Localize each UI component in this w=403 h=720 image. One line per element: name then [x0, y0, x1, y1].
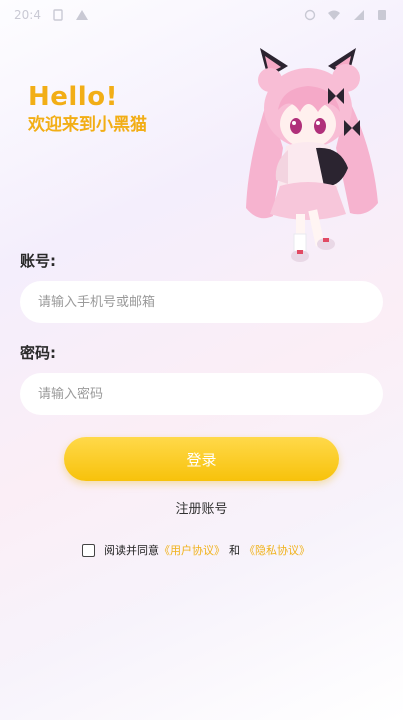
status-time: 20:4 [14, 8, 41, 22]
account-label: 账号: [20, 252, 56, 270]
login-button[interactable]: 登录 [64, 437, 339, 481]
agreement-checkbox[interactable] [82, 543, 95, 557]
wifi-icon [328, 10, 340, 20]
hello-title: Hello! [28, 82, 118, 112]
signal-icon [304, 9, 316, 21]
status-right [303, 9, 389, 21]
status-bar: 20:4 [0, 0, 403, 30]
agreement-conjunction: 和 [229, 544, 240, 557]
account-input[interactable] [20, 281, 383, 323]
privacy-policy-link[interactable]: 《隐私协议》 [244, 542, 310, 558]
warning-icon [75, 10, 88, 20]
register-link[interactable]: 注册账号 [0, 498, 403, 517]
status-left: 20:4 [14, 8, 89, 22]
agreement-prefix: 阅读并同意 [104, 544, 159, 557]
greeting: Hello! 欢迎来到小黑猫 [28, 82, 147, 136]
password-label: 密码: [20, 344, 56, 362]
welcome-subtitle: 欢迎来到小黑猫 [28, 115, 147, 135]
cellular-icon [354, 10, 364, 20]
sim-icon [53, 9, 63, 21]
user-agreement-link[interactable]: 《用户协议》 [159, 542, 225, 558]
mascot-illustration [246, 48, 378, 262]
battery-icon [378, 10, 386, 20]
agreement-row: 阅读并同意 《用户协议》 和 《隐私协议》 [82, 542, 310, 558]
password-input[interactable] [20, 373, 383, 415]
